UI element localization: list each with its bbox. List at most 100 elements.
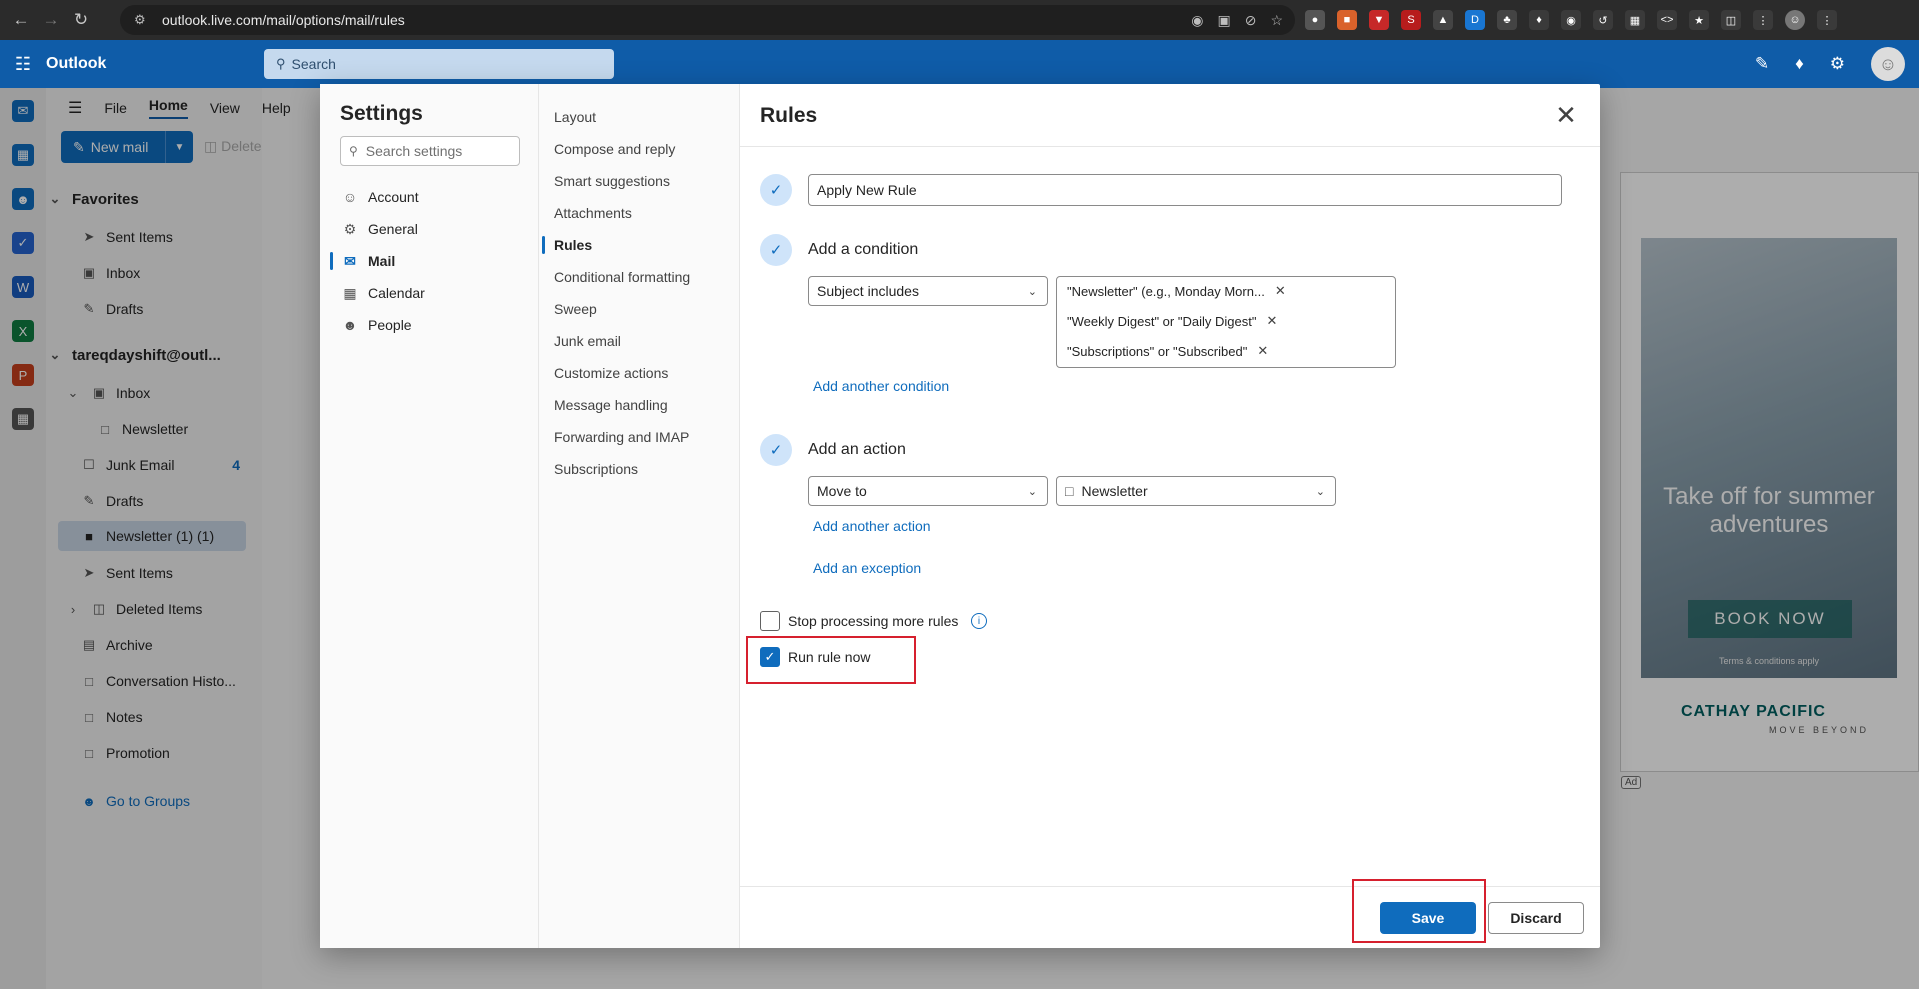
menu-dots-icon[interactable]: ⋮ — [1817, 10, 1837, 30]
condition-type-dropdown[interactable]: Subject includes ⌄ — [808, 276, 1048, 306]
action-type-dropdown[interactable]: Move to ⌄ — [808, 476, 1048, 506]
remove-tag-icon[interactable]: ✕ — [1275, 283, 1286, 299]
step-check-icon: ✓ — [760, 434, 792, 466]
section-compose-reply[interactable]: Compose and reply — [554, 134, 675, 164]
extension-icon[interactable]: S — [1401, 10, 1421, 30]
section-attachments[interactable]: Attachments — [554, 198, 632, 228]
add-action-link[interactable]: Add another action — [813, 518, 931, 534]
condition-tag: "Weekly Digest" or "Daily Digest" ✕ — [1067, 313, 1277, 329]
calendar-icon: ▦ — [343, 284, 357, 301]
category-label: Calendar — [368, 285, 425, 301]
category-general[interactable]: ⚙ General — [340, 214, 418, 244]
condition-tag: "Subscriptions" or "Subscribed" ✕ — [1067, 343, 1268, 359]
my-day-icon[interactable]: ✎ — [1755, 54, 1769, 74]
move-folder-value: Newsletter — [1081, 483, 1148, 499]
category-people[interactable]: ☻ People — [340, 310, 412, 340]
add-condition-link[interactable]: Add another condition — [813, 378, 949, 394]
forward-icon[interactable]: → — [36, 5, 66, 35]
section-layout[interactable]: Layout — [554, 102, 596, 132]
category-label: General — [368, 221, 418, 237]
install-icon[interactable]: ▣ — [1217, 12, 1230, 29]
gear-icon: ⚙ — [343, 220, 357, 237]
remove-tag-icon[interactable]: ✕ — [1266, 313, 1277, 329]
pocket-extension-icon[interactable]: ▼ — [1369, 10, 1389, 30]
stop-processing-checkbox[interactable] — [760, 611, 780, 631]
selected-indicator — [330, 252, 333, 270]
section-message-handling[interactable]: Message handling — [554, 390, 668, 420]
extensions-bar: ● ■ ▼ S ▲ D ♣ ♦ ◉ ↺ ▦ <> ★ ◫ ⋮ ☺ ⋮ — [1305, 8, 1837, 32]
info-icon[interactable]: i — [971, 613, 987, 629]
eye-icon[interactable]: ◉ — [1191, 12, 1203, 29]
favorites-icon[interactable]: ★ — [1689, 10, 1709, 30]
section-rules[interactable]: Rules — [554, 230, 592, 260]
close-icon[interactable]: ✕ — [1550, 99, 1582, 131]
selected-indicator — [542, 236, 545, 254]
mail-icon: ✉ — [344, 252, 356, 269]
trash-icon[interactable]: ◫ — [1721, 10, 1741, 30]
condition-type-value: Subject includes — [817, 283, 919, 299]
category-label: Account — [368, 189, 419, 205]
category-account[interactable]: ☺ Account — [340, 182, 419, 212]
settings-dialog: Settings ⚲ Search settings ☺ Account ⚙ G… — [320, 84, 1600, 948]
profile-avatar-icon[interactable]: ☺ — [1785, 10, 1805, 30]
search-placeholder: Search — [291, 56, 336, 72]
history-icon[interactable]: ↺ — [1593, 10, 1613, 30]
chevron-down-icon: ⌄ — [1027, 285, 1037, 298]
chevron-down-icon: ⌄ — [1027, 485, 1037, 498]
devtools-icon[interactable]: <> — [1657, 10, 1677, 30]
more-icon[interactable]: ⋮ — [1753, 10, 1773, 30]
folder-icon: □ — [1065, 483, 1074, 499]
category-label: Mail — [368, 253, 396, 269]
section-smart-suggestions[interactable]: Smart suggestions — [554, 166, 670, 196]
extension-icon[interactable]: ♣ — [1497, 10, 1517, 30]
sidebar-icon[interactable]: ▦ — [1625, 10, 1645, 30]
camera-extension-icon[interactable]: ● — [1305, 10, 1325, 30]
person-icon: ☺ — [342, 189, 358, 205]
settings-search-input[interactable]: ⚲ Search settings — [340, 136, 520, 166]
action-heading: Add an action — [808, 441, 906, 458]
section-conditional-formatting[interactable]: Conditional formatting — [554, 262, 690, 292]
condition-values-box[interactable]: "Newsletter" (e.g., Monday Morn... ✕ "We… — [1056, 276, 1396, 368]
action-type-value: Move to — [817, 483, 867, 499]
step-check-icon: ✓ — [760, 234, 792, 266]
highlight-box — [746, 636, 916, 684]
hide-icon[interactable]: ⊘ — [1245, 12, 1257, 29]
condition-tag: "Newsletter" (e.g., Monday Morn... ✕ — [1067, 283, 1286, 299]
bookmark-star-icon[interactable]: ☆ — [1270, 12, 1283, 29]
condition-heading: Add a condition — [808, 241, 919, 258]
site-info-icon[interactable]: ⚙ — [134, 12, 150, 28]
reload-icon[interactable]: ↻ — [66, 5, 96, 35]
avatar[interactable]: ☺ — [1871, 47, 1905, 81]
extension-icon[interactable]: ▲ — [1433, 10, 1453, 30]
rule-name-input[interactable]: Apply New Rule — [808, 174, 1562, 206]
section-customize-actions[interactable]: Customize actions — [554, 358, 668, 388]
extension-icon[interactable]: ■ — [1337, 10, 1357, 30]
add-exception-link[interactable]: Add an exception — [813, 560, 921, 576]
gear-icon[interactable]: ⚙ — [1830, 54, 1845, 74]
settings-categories: Settings ⚲ Search settings ☺ Account ⚙ G… — [320, 84, 539, 948]
search-icon: ⚲ — [349, 144, 358, 158]
category-calendar[interactable]: ▦ Calendar — [340, 278, 425, 308]
discard-button[interactable]: Discard — [1488, 902, 1584, 934]
section-sweep[interactable]: Sweep — [554, 294, 597, 324]
back-icon[interactable]: ← — [6, 5, 36, 35]
move-folder-dropdown[interactable]: □ Newsletter ⌄ — [1056, 476, 1336, 506]
extension-icon[interactable]: D — [1465, 10, 1485, 30]
people-icon: ☻ — [342, 317, 358, 333]
app-name[interactable]: Outlook — [46, 55, 106, 73]
stop-processing-label: Stop processing more rules — [788, 613, 959, 629]
remove-tag-icon[interactable]: ✕ — [1257, 343, 1268, 359]
section-junk-email[interactable]: Junk email — [554, 326, 621, 356]
section-forwarding-imap[interactable]: Forwarding and IMAP — [554, 422, 689, 452]
address-bar[interactable]: ⚙ outlook.live.com/mail/options/mail/rul… — [120, 5, 1295, 35]
search-box[interactable]: ⚲ Search — [264, 49, 614, 79]
category-mail[interactable]: ✉ Mail — [340, 246, 395, 276]
app-launcher-icon[interactable]: ☷ — [0, 54, 46, 75]
location-icon[interactable]: ◉ — [1561, 10, 1581, 30]
puzzle-icon[interactable]: ♦ — [1529, 10, 1549, 30]
browser-toolbar: ← → ↻ ⚙ outlook.live.com/mail/options/ma… — [0, 0, 1919, 40]
section-subscriptions[interactable]: Subscriptions — [554, 454, 638, 484]
outlook-header: ☷ Outlook ⚲ Search ✎ ♦ ⚙ ☺ — [0, 40, 1919, 88]
bell-icon[interactable]: ♦ — [1795, 54, 1804, 74]
chevron-down-icon: ⌄ — [1315, 485, 1325, 498]
